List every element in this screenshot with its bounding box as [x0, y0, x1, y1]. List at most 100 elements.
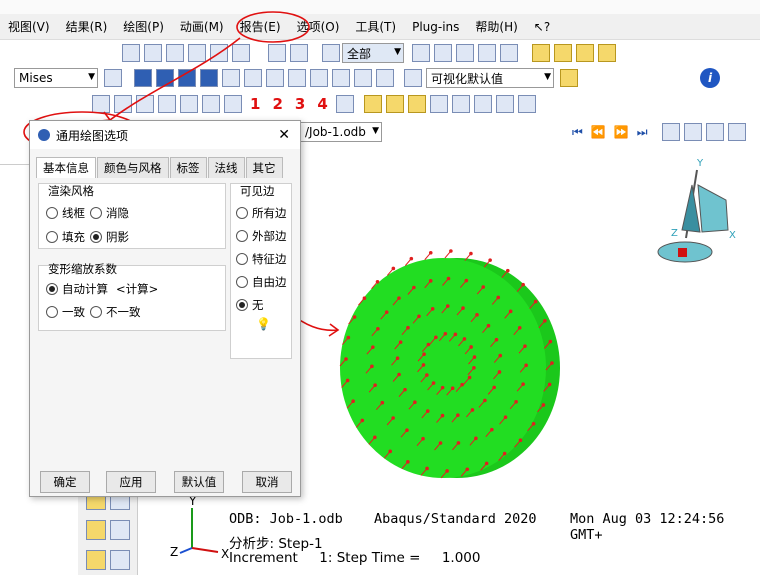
csys-icon-7[interactable] — [224, 95, 242, 113]
render-filled-radio[interactable] — [46, 231, 58, 243]
auto-fit-icon[interactable] — [210, 44, 228, 62]
csys-icon-6[interactable] — [202, 95, 220, 113]
csys-icon-2[interactable] — [114, 95, 132, 113]
menu-animate[interactable]: 动画(M) — [172, 18, 232, 35]
tab-other[interactable]: 其它 — [245, 157, 283, 178]
close-icon[interactable]: ✕ — [278, 127, 290, 143]
csys-icon-8[interactable] — [335, 95, 354, 113]
csys-icon-1[interactable] — [92, 95, 110, 113]
view-side-icon[interactable] — [598, 44, 616, 62]
menu-whats-this[interactable]: ↖? — [526, 20, 558, 34]
ok-button[interactable]: 确定 — [40, 471, 90, 493]
pointer-icon[interactable] — [332, 69, 350, 87]
rotate-icon[interactable] — [144, 44, 162, 62]
camera-icon[interactable] — [683, 123, 702, 141]
magnify-icon[interactable] — [166, 44, 184, 62]
apply-button[interactable]: 应用 — [106, 471, 156, 493]
toolbox-icon-5[interactable] — [86, 550, 106, 570]
menu-options[interactable]: 选项(O) — [289, 18, 348, 35]
contour-icon-1[interactable] — [363, 95, 382, 113]
query-icon[interactable] — [354, 69, 372, 87]
edges-feature-radio[interactable] — [236, 253, 248, 265]
render-icon-2[interactable] — [500, 44, 518, 62]
menu-tools[interactable]: 工具(T) — [347, 18, 404, 35]
tab-labels[interactable]: 标签 — [169, 157, 207, 178]
edges-none-radio[interactable] — [236, 299, 248, 311]
tab-basic[interactable]: 基本信息 — [36, 157, 96, 178]
render-hidden-radio[interactable] — [90, 207, 102, 219]
contour-icon-2[interactable] — [385, 95, 404, 113]
table-icon[interactable] — [376, 69, 394, 87]
palette-icon[interactable] — [404, 69, 422, 87]
text-annotation-icon[interactable] — [310, 69, 328, 87]
pick-icon[interactable] — [429, 95, 448, 113]
deform-auto-radio[interactable] — [46, 283, 58, 295]
contour-icon-3[interactable] — [407, 95, 426, 113]
edges-exterior-radio[interactable] — [236, 230, 248, 242]
render-icon[interactable] — [478, 44, 496, 62]
legend-icon-3[interactable] — [178, 69, 196, 87]
menu-plugins[interactable]: Plug-ins — [404, 20, 467, 34]
selection-filter-combo[interactable]: 全部 ▼ — [342, 43, 404, 63]
last-frame-icon[interactable]: ⏭ — [637, 125, 648, 140]
view-iso-icon[interactable] — [532, 44, 550, 62]
replace-icon[interactable] — [412, 44, 430, 62]
deform-uniform-radio[interactable] — [46, 306, 58, 318]
tab-color-style[interactable]: 颜色与风格 — [97, 157, 169, 178]
view-top-icon[interactable] — [576, 44, 594, 62]
tool-icon-8[interactable] — [288, 69, 306, 87]
odb-combo[interactable]: /Job-1.odb ▼ — [300, 122, 382, 142]
edges-all-radio[interactable] — [236, 207, 248, 219]
render-hidden-option[interactable]: 消隐 — [90, 205, 129, 221]
legend-icon-1[interactable] — [134, 69, 152, 87]
menu-view[interactable]: 视图(V) — [0, 18, 58, 35]
first-frame-icon[interactable]: ⏮ — [572, 125, 583, 140]
toolbox-icon-6[interactable] — [110, 550, 130, 570]
remove-icon[interactable] — [456, 44, 474, 62]
deform-uniform-option[interactable]: 一致 — [46, 304, 85, 320]
toolbox-icon-4[interactable] — [110, 520, 130, 540]
defaults-button[interactable]: 默认值 — [174, 471, 224, 493]
menu-plot[interactable]: 绘图(P) — [115, 18, 172, 35]
cube-icon[interactable] — [560, 69, 578, 87]
edges-all-option[interactable]: 所有边 — [236, 205, 287, 221]
cancel-button[interactable]: 取消 — [242, 471, 292, 493]
toolbox-icon-3[interactable] — [86, 520, 106, 540]
next-frame-icon[interactable]: ⏩ — [614, 125, 629, 139]
redo-icon[interactable] — [473, 95, 492, 113]
prev-frame-icon[interactable]: ⏪ — [591, 125, 606, 139]
render-shaded-radio[interactable] — [90, 231, 102, 243]
step-number-3[interactable]: 3 — [295, 95, 305, 113]
grid-icon[interactable] — [517, 95, 536, 113]
tool-icon-7[interactable] — [266, 69, 284, 87]
legend-icon-4[interactable] — [200, 69, 218, 87]
chart-icon[interactable] — [495, 95, 514, 113]
menu-help[interactable]: 帮助(H) — [467, 18, 525, 35]
render-wireframe-option[interactable]: 线框 — [46, 205, 85, 221]
camera-2-icon[interactable] — [705, 123, 724, 141]
csys-icon-4[interactable] — [158, 95, 176, 113]
tool-icon-5[interactable] — [222, 69, 240, 87]
frame-select-icon[interactable] — [661, 123, 680, 141]
cycle-view-icon[interactable] — [232, 44, 250, 62]
render-filled-option[interactable]: 填充 — [46, 229, 85, 245]
add-icon[interactable] — [434, 44, 452, 62]
info-icon[interactable]: i — [700, 68, 720, 88]
step-number-2[interactable]: 2 — [272, 95, 282, 113]
step-number-4[interactable]: 4 — [317, 95, 327, 113]
csys-icon-5[interactable] — [180, 95, 198, 113]
menu-results[interactable]: 结果(R) — [58, 18, 116, 35]
render-shaded-option[interactable]: 阴影 — [90, 229, 129, 245]
render-wireframe-radio[interactable] — [46, 207, 58, 219]
edges-none-option[interactable]: 无 — [236, 297, 264, 313]
deform-auto-option[interactable]: 自动计算 <计算> — [46, 281, 158, 297]
box-zoom-icon[interactable] — [188, 44, 206, 62]
dialog-titlebar[interactable]: 通用绘图选项 — [30, 121, 300, 149]
display-group-2-icon[interactable] — [290, 44, 308, 62]
deform-nonuniform-radio[interactable] — [90, 306, 102, 318]
defaults-combo[interactable]: 可视化默认值 ▼ — [426, 68, 554, 88]
tab-normals[interactable]: 法线 — [207, 157, 245, 178]
edges-free-radio[interactable] — [236, 276, 248, 288]
deform-nonuniform-option[interactable]: 不一致 — [90, 304, 141, 320]
csys-icon-3[interactable] — [136, 95, 154, 113]
